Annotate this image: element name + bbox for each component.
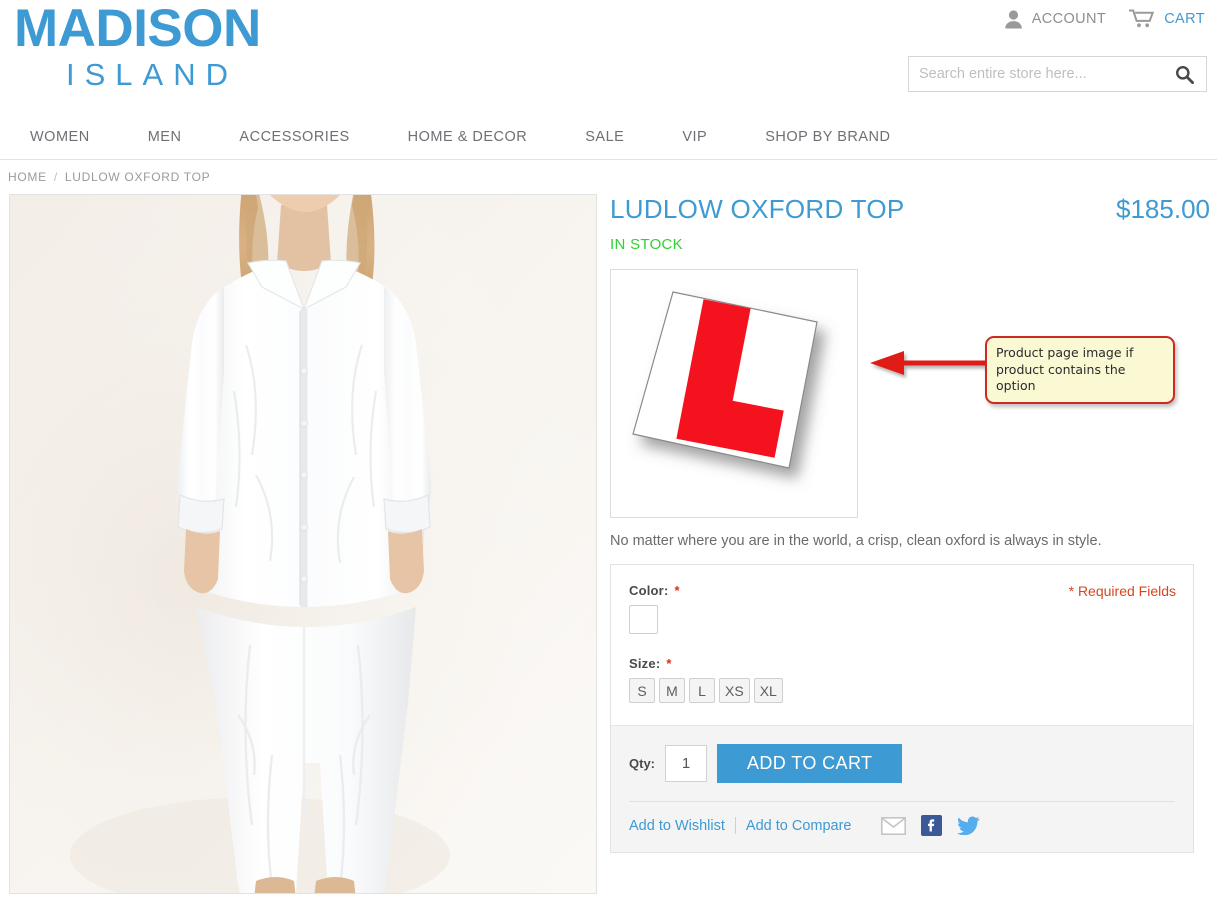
search-icon	[1175, 65, 1194, 84]
nav-item-men[interactable]: MEN	[148, 129, 182, 145]
size-label: Size: *	[629, 656, 1175, 671]
size-required-star: *	[666, 656, 672, 672]
nav-item-vip[interactable]: VIP	[682, 129, 707, 145]
size-option: Size: * S M L XS XL	[629, 656, 1175, 704]
twitter-icon[interactable]	[956, 816, 980, 836]
add-to-compare-link[interactable]: Add to Compare	[746, 818, 852, 834]
product-page: MADISON ISLAND ACCOUNT CART Search entir…	[0, 0, 1217, 901]
link-separator	[734, 817, 736, 835]
cart-icon	[1128, 8, 1155, 29]
search-box[interactable]	[908, 56, 1207, 92]
l-plate-image	[611, 270, 857, 517]
nav-item-accessories[interactable]: ACCESSORIES	[239, 129, 349, 145]
add-to-cart-row: Qty: ADD TO CART	[629, 744, 1175, 784]
product-price: $185.00	[1116, 194, 1210, 224]
main-navigation: WOMEN MEN ACCESSORIES HOME & DECOR SALE …	[0, 115, 1217, 160]
nav-item-women[interactable]: WOMEN	[30, 129, 90, 145]
search-input[interactable]	[909, 57, 1162, 91]
option-image-box[interactable]	[610, 269, 858, 518]
cart-link[interactable]: CART	[1128, 8, 1205, 29]
size-button-s[interactable]: S	[629, 678, 655, 704]
logo-secondary-text: ISLAND	[66, 57, 238, 92]
breadcrumb-home[interactable]: HOME	[8, 170, 47, 184]
product-info: LUDLOW OXFORD TOP $185.00 IN STOCK No ma…	[610, 194, 1210, 894]
page-title: LUDLOW OXFORD TOP	[610, 194, 905, 224]
color-swatch-white[interactable]	[629, 605, 658, 635]
breadcrumb-separator: /	[53, 170, 58, 184]
size-button-l[interactable]: L	[689, 678, 715, 704]
title-row: LUDLOW OXFORD TOP $185.00	[610, 194, 1210, 225]
size-label-text: Size:	[629, 656, 661, 672]
account-link[interactable]: ACCOUNT	[1004, 9, 1107, 29]
logo-primary-text: MADISON	[14, 0, 261, 58]
size-button-xl[interactable]: XL	[753, 678, 783, 704]
add-to-cart-button[interactable]: ADD TO CART	[717, 744, 903, 784]
add-to-wishlist-link[interactable]: Add to Wishlist	[629, 818, 725, 834]
user-icon	[1004, 9, 1023, 29]
site-logo[interactable]: MADISON ISLAND	[14, 2, 261, 90]
color-label-text: Color:	[629, 583, 669, 599]
required-fields-note: * Required Fields	[1068, 583, 1176, 600]
nav-item-shop-by-brand[interactable]: SHOP BY BRAND	[765, 129, 890, 145]
breadcrumb-current: LUDLOW OXFORD TOP	[64, 170, 211, 184]
divider	[629, 801, 1175, 803]
nav-item-home-decor[interactable]: HOME & DECOR	[408, 129, 528, 145]
stock-status: IN STOCK	[610, 236, 683, 253]
social-share-icons	[880, 815, 980, 837]
header-links: ACCOUNT CART	[1004, 8, 1205, 29]
color-required-star: *	[674, 583, 680, 599]
size-button-m[interactable]: M	[659, 678, 685, 704]
product-main: LUDLOW OXFORD TOP $185.00 IN STOCK No ma…	[0, 194, 1217, 894]
options-top: * Required Fields Color: * Size: * S M L…	[611, 565, 1193, 725]
size-button-xs[interactable]: XS	[719, 678, 750, 704]
cart-label: CART	[1164, 10, 1205, 27]
product-short-description: No matter where you are in the world, a …	[610, 533, 1102, 549]
product-gallery[interactable]	[9, 194, 597, 894]
qty-label: Qty:	[629, 756, 655, 772]
facebook-icon[interactable]	[920, 815, 942, 837]
site-header: MADISON ISLAND ACCOUNT CART Search entir…	[0, 0, 1217, 115]
options-bottom: Qty: ADD TO CART Add to Wishlist Add to …	[611, 725, 1193, 853]
breadcrumb: HOME / LUDLOW OXFORD TOP	[0, 160, 1217, 194]
quantity-input[interactable]	[665, 745, 707, 783]
size-buttons: S M L XS XL	[629, 678, 1175, 704]
secondary-actions: Add to Wishlist Add to Compare	[629, 815, 1175, 837]
product-photo	[10, 195, 596, 893]
product-options: * Required Fields Color: * Size: * S M L…	[610, 564, 1194, 854]
search-button[interactable]	[1162, 57, 1206, 91]
email-icon[interactable]	[880, 816, 906, 835]
nav-item-sale[interactable]: SALE	[585, 129, 624, 145]
account-label: ACCOUNT	[1031, 10, 1107, 27]
